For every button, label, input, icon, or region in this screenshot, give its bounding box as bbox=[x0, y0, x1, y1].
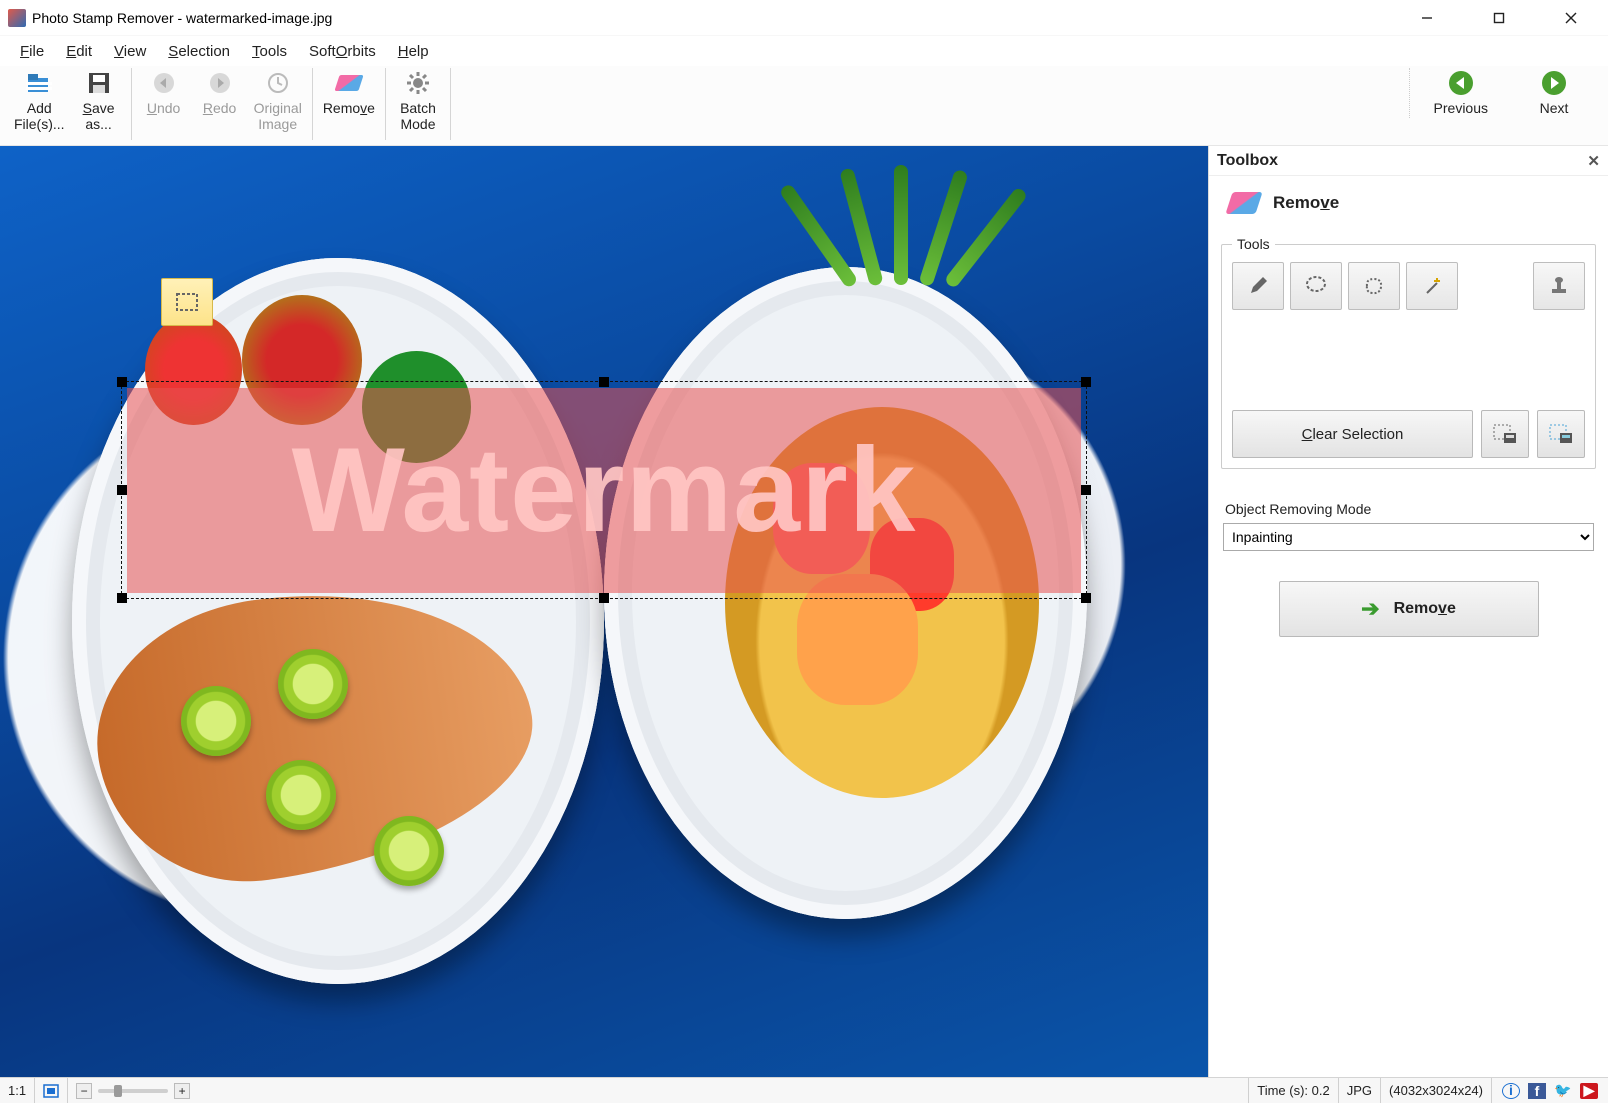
arrow-right-icon: ➔ bbox=[1361, 596, 1379, 622]
add-files-button[interactable]: AddFile(s)... bbox=[8, 68, 71, 134]
redo-icon bbox=[207, 70, 233, 96]
arrow-left-icon bbox=[1448, 70, 1474, 96]
status-bar: 1:1 − + Time (s): 0.2 JPG (4032x3024x24)… bbox=[0, 1077, 1608, 1103]
zoom-fit-button[interactable] bbox=[35, 1078, 68, 1103]
tool-pencil[interactable] bbox=[1232, 262, 1284, 310]
selection-handle[interactable] bbox=[1081, 377, 1091, 387]
menu-softorbits[interactable]: SoftOrbits bbox=[299, 40, 386, 63]
info-icon[interactable]: i bbox=[1502, 1083, 1520, 1099]
undo-icon bbox=[151, 70, 177, 96]
toolbox-panel: Toolbox ✕ Remove Tools bbox=[1208, 146, 1608, 1077]
save-icon bbox=[86, 70, 112, 96]
original-image-button[interactable]: OriginalImage bbox=[248, 68, 308, 134]
history-icon bbox=[265, 70, 291, 96]
redo-button[interactable]: Redo bbox=[192, 68, 248, 118]
wand-icon bbox=[1421, 275, 1443, 297]
menu-help[interactable]: Help bbox=[388, 40, 439, 63]
youtube-icon[interactable]: ▶ bbox=[1580, 1083, 1598, 1099]
tool-magic-wand[interactable] bbox=[1406, 262, 1458, 310]
load-selection-icon bbox=[1548, 423, 1574, 445]
blob-icon bbox=[1362, 274, 1386, 298]
status-time: Time (s): 0.2 bbox=[1248, 1078, 1338, 1103]
facebook-icon[interactable]: f bbox=[1528, 1083, 1546, 1099]
title-bar: Photo Stamp Remover - watermarked-image.… bbox=[0, 0, 1608, 36]
toolbar: AddFile(s)... Saveas... Undo Redo Origin… bbox=[0, 66, 1608, 146]
selection-handle[interactable] bbox=[117, 377, 127, 387]
zoom-out-button[interactable]: − bbox=[76, 1083, 92, 1099]
add-files-icon bbox=[26, 70, 52, 96]
menu-tools[interactable]: Tools bbox=[242, 40, 297, 63]
stamp-icon bbox=[1548, 275, 1570, 297]
arrow-right-icon bbox=[1541, 70, 1567, 96]
mode-select[interactable]: Inpainting bbox=[1223, 523, 1594, 551]
selection-handle[interactable] bbox=[599, 377, 609, 387]
undo-button[interactable]: Undo bbox=[136, 68, 192, 118]
toolbox-close-icon[interactable]: ✕ bbox=[1587, 152, 1600, 170]
zoom-in-button[interactable]: + bbox=[174, 1083, 190, 1099]
save-as-button[interactable]: Saveas... bbox=[71, 68, 127, 134]
toolbox-title: Toolbox bbox=[1217, 152, 1278, 170]
zoom-actual-button[interactable]: 1:1 bbox=[0, 1078, 35, 1103]
fit-icon bbox=[43, 1084, 59, 1098]
batch-mode-button[interactable]: BatchMode bbox=[390, 68, 446, 134]
save-selection-button[interactable] bbox=[1481, 410, 1529, 458]
close-button[interactable] bbox=[1548, 3, 1594, 33]
load-selection-button[interactable] bbox=[1537, 410, 1585, 458]
tool-rectangle-selection[interactable] bbox=[161, 278, 213, 326]
tools-legend: Tools bbox=[1232, 236, 1275, 252]
menu-selection[interactable]: Selection bbox=[158, 40, 240, 63]
zoom-slider[interactable] bbox=[98, 1089, 168, 1093]
panel-remove-button[interactable]: ➔ Remove bbox=[1279, 581, 1539, 637]
eraser-icon bbox=[1225, 192, 1262, 214]
maximize-button[interactable] bbox=[1476, 3, 1522, 33]
menu-edit[interactable]: Edit bbox=[56, 40, 102, 63]
tool-clone-stamp[interactable] bbox=[1533, 262, 1585, 310]
mode-label: Object Removing Mode bbox=[1225, 501, 1592, 517]
marquee-icon bbox=[175, 292, 199, 312]
remove-button[interactable]: Remove bbox=[317, 68, 381, 118]
tool-color-selection[interactable] bbox=[1348, 262, 1400, 310]
app-icon bbox=[8, 9, 26, 27]
selection-handle[interactable] bbox=[599, 593, 609, 603]
selection-handle[interactable] bbox=[1081, 485, 1091, 495]
selection-rectangle[interactable] bbox=[121, 381, 1087, 600]
selection-handle[interactable] bbox=[1081, 593, 1091, 603]
eraser-icon bbox=[336, 70, 362, 96]
twitter-icon[interactable]: 🐦 bbox=[1554, 1083, 1572, 1099]
menu-view[interactable]: View bbox=[104, 40, 156, 63]
status-dimensions: (4032x3024x24) bbox=[1381, 1078, 1492, 1103]
status-format: JPG bbox=[1339, 1078, 1381, 1103]
selection-handle[interactable] bbox=[117, 593, 127, 603]
window-title: Photo Stamp Remover - watermarked-image.… bbox=[32, 10, 332, 26]
next-button[interactable]: Next bbox=[1524, 68, 1584, 118]
previous-button[interactable]: Previous bbox=[1428, 68, 1494, 118]
gear-icon bbox=[405, 70, 431, 96]
lasso-icon bbox=[1304, 274, 1328, 298]
save-selection-icon bbox=[1492, 423, 1518, 445]
tool-freehand-selection[interactable] bbox=[1290, 262, 1342, 310]
clear-selection-button[interactable]: Clear Selection bbox=[1232, 410, 1473, 458]
menu-bar: File Edit View Selection Tools SoftOrbit… bbox=[0, 36, 1608, 66]
pencil-icon bbox=[1247, 275, 1269, 297]
selection-handle[interactable] bbox=[117, 485, 127, 495]
minimize-button[interactable] bbox=[1404, 3, 1450, 33]
tools-group: Tools bbox=[1221, 236, 1596, 469]
menu-file[interactable]: File bbox=[10, 40, 54, 63]
